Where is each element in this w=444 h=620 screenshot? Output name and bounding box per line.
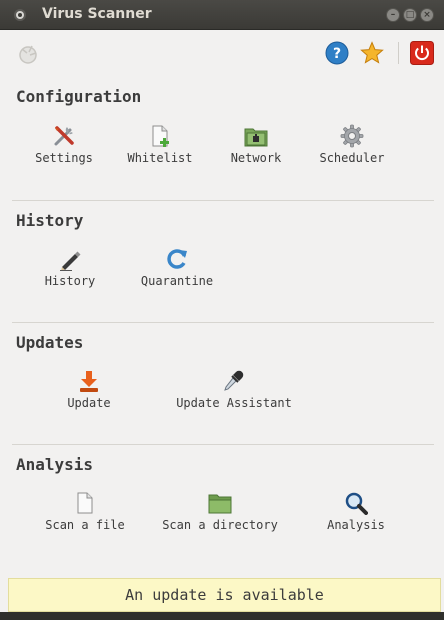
network-label: Network bbox=[230, 151, 282, 165]
desktop-background bbox=[0, 612, 444, 620]
section-title-analysis: Analysis bbox=[16, 455, 94, 474]
dropper-icon bbox=[224, 370, 244, 391]
scheduler-label: Scheduler bbox=[319, 151, 385, 165]
section-title-updates: Updates bbox=[16, 333, 84, 352]
help-icon[interactable]: ? bbox=[325, 41, 349, 65]
settings-tools-icon bbox=[54, 126, 74, 146]
scan-file-button[interactable]: Scan a file bbox=[42, 491, 128, 532]
download-icon bbox=[80, 371, 98, 392]
pencil-icon bbox=[60, 251, 81, 271]
quarantine-label: Quarantine bbox=[140, 274, 214, 288]
refresh-icon bbox=[167, 249, 187, 269]
section-title-configuration: Configuration bbox=[16, 87, 142, 106]
section-divider bbox=[12, 444, 434, 445]
magnifier-icon bbox=[345, 492, 368, 515]
settings-label: Settings bbox=[35, 151, 93, 165]
window-title: Virus Scanner bbox=[42, 6, 152, 22]
scan-file-label: Scan a file bbox=[45, 518, 125, 532]
star-icon[interactable] bbox=[360, 41, 384, 65]
update-assistant-label: Update Assistant bbox=[176, 396, 292, 410]
network-folder-icon bbox=[244, 128, 268, 147]
quarantine-button[interactable]: Quarantine bbox=[136, 247, 218, 288]
whitelist-document-icon bbox=[152, 125, 169, 147]
title-bar[interactable]: Virus Scanner – □ × bbox=[0, 0, 444, 30]
close-button[interactable]: × bbox=[420, 8, 434, 22]
toolbar-separator bbox=[398, 42, 399, 64]
gear-icon bbox=[340, 124, 364, 148]
svg-text:?: ? bbox=[333, 46, 341, 62]
section-title-history: History bbox=[16, 211, 84, 230]
network-button[interactable]: Network bbox=[222, 124, 290, 165]
virus-scanner-window: Virus Scanner – □ × ? Configuration Sett… bbox=[0, 0, 444, 620]
section-divider bbox=[12, 200, 434, 201]
folder-icon bbox=[208, 494, 232, 514]
app-menu-icon[interactable] bbox=[14, 9, 26, 21]
scan-directory-label: Scan a directory bbox=[162, 518, 278, 532]
whitelist-label: Whitelist bbox=[127, 151, 193, 165]
section-divider bbox=[12, 322, 434, 323]
settings-button[interactable]: Settings bbox=[30, 124, 98, 165]
scan-directory-button[interactable]: Scan a directory bbox=[160, 491, 280, 532]
update-notification[interactable]: An update is available bbox=[8, 578, 441, 612]
history-button[interactable]: History bbox=[38, 247, 102, 288]
update-assistant-button[interactable]: Update Assistant bbox=[172, 369, 296, 410]
power-icon[interactable] bbox=[410, 41, 434, 65]
analysis-label: Analysis bbox=[327, 518, 385, 532]
file-icon bbox=[77, 492, 93, 514]
update-label: Update bbox=[67, 396, 111, 410]
history-label: History bbox=[44, 274, 96, 288]
analysis-button[interactable]: Analysis bbox=[322, 491, 390, 532]
scheduler-button[interactable]: Scheduler bbox=[316, 124, 388, 165]
scanner-logo-icon bbox=[19, 45, 37, 64]
maximize-button[interactable]: □ bbox=[403, 8, 417, 22]
update-button[interactable]: Update bbox=[58, 369, 120, 410]
whitelist-button[interactable]: Whitelist bbox=[126, 124, 194, 165]
minimize-button[interactable]: – bbox=[386, 8, 400, 22]
